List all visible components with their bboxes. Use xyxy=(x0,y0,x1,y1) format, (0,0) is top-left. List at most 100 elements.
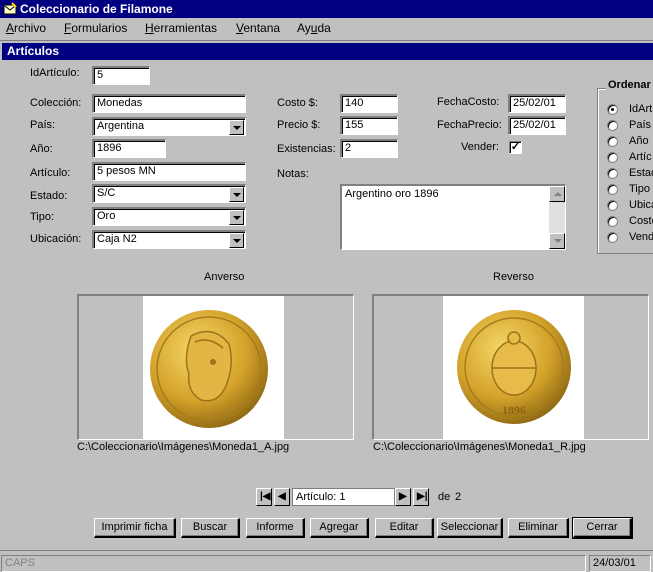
coin-reverse-image: 1896 xyxy=(457,310,571,424)
ordenar-radio-idart[interactable] xyxy=(607,104,618,115)
coin-obverse-image xyxy=(150,310,268,428)
scroll-up-icon[interactable] xyxy=(549,186,565,202)
ordenar-radio-ubicacion[interactable] xyxy=(607,200,618,211)
of-label: de xyxy=(438,491,451,503)
precio-label: Precio $: xyxy=(277,119,321,131)
ordenar-label-costo: Costo xyxy=(629,215,653,227)
articulo-field[interactable]: 5 pesos MN xyxy=(92,162,246,181)
caps-indicator: CAPS xyxy=(1,555,586,572)
ubicacion-dropdown[interactable]: Caja N2 xyxy=(92,230,246,249)
reverso-path: C:\Coleccionario\Imágenes\Moneda1_R.jpg xyxy=(373,441,586,453)
notas-label: Notas: xyxy=(277,168,309,180)
scroll-down-icon[interactable] xyxy=(549,233,565,249)
ordenar-radio-vender[interactable] xyxy=(607,232,618,243)
ordenar-label-articulo: Artíc xyxy=(629,151,652,163)
prev-record-button[interactable]: ◀ xyxy=(274,488,290,506)
total-records: 2 xyxy=(455,491,462,503)
notas-scrollbar[interactable] xyxy=(549,186,565,249)
editar-button[interactable]: Editar xyxy=(375,518,434,538)
buscar-button[interactable]: Buscar xyxy=(181,518,240,538)
ordenar-label-vender: Vend xyxy=(629,231,653,243)
existencias-label: Existencias: xyxy=(277,143,336,155)
first-record-button[interactable]: |◀ xyxy=(256,488,272,506)
coleccion-label: Colección: xyxy=(30,97,82,109)
precio-field[interactable]: 155 xyxy=(340,116,398,135)
imprimir-ficha-button[interactable]: Imprimir ficha xyxy=(94,518,176,538)
agregar-button[interactable]: Agregar xyxy=(310,518,369,538)
vender-label: Vender: xyxy=(461,141,499,153)
id-field[interactable]: 5 xyxy=(92,66,150,85)
seleccionar-button[interactable]: Seleccionar xyxy=(437,518,503,538)
anio-label: Año: xyxy=(30,143,53,155)
ordenar-label-pais: País xyxy=(629,119,652,131)
child-title-bar[interactable]: Artículos xyxy=(2,43,653,60)
ubicacion-label: Ubicación: xyxy=(30,233,82,245)
menu-ayuda[interactable]: Ayuda xyxy=(297,21,331,35)
anverso-label: Anverso xyxy=(204,271,245,283)
reverso-image-frame[interactable]: 1896 xyxy=(372,294,649,440)
prev-icon: ◀ xyxy=(278,491,286,502)
record-field[interactable]: Artículo: 1 xyxy=(292,488,395,506)
ordenar-radio-articulo[interactable] xyxy=(607,152,618,163)
chevron-down-icon[interactable] xyxy=(229,120,244,135)
ordenar-label-tipo: Tipo xyxy=(629,183,650,195)
ordenar-label-estado: Estad xyxy=(629,167,653,179)
fechaprecio-field[interactable]: 25/02/01 xyxy=(508,116,566,135)
estado-dropdown[interactable]: S/C xyxy=(92,184,246,203)
ordenar-title: Ordenar xyxy=(606,79,653,91)
coleccion-field[interactable]: Monedas xyxy=(92,94,246,113)
status-bar: CAPS 24/03/01 xyxy=(0,550,653,572)
anverso-path: C:\Coleccionario\Imágenes\Moneda1_A.jpg xyxy=(77,441,290,453)
tipo-label: Tipo: xyxy=(30,211,55,223)
ordenar-radio-anio[interactable] xyxy=(607,136,618,147)
menu-archivo[interactable]: Archivo xyxy=(6,21,46,35)
costo-label: Costo $: xyxy=(277,97,318,109)
coin-year-text: 1896 xyxy=(502,403,526,417)
vender-checkbox[interactable]: ✓ xyxy=(509,141,522,154)
menu-formularios[interactable]: Formularios xyxy=(64,21,127,35)
fechaprecio-label: FechaPrecio: xyxy=(437,119,502,131)
pais-dropdown[interactable]: Argentina xyxy=(92,117,246,136)
estado-label: Estado: xyxy=(30,190,68,202)
chevron-down-icon[interactable] xyxy=(229,187,244,202)
reverso-image: 1896 xyxy=(443,296,584,439)
ordenar-radio-tipo[interactable] xyxy=(607,184,618,195)
next-record-button[interactable]: ▶ xyxy=(395,488,411,506)
pais-value: Argentina xyxy=(97,120,145,132)
cerrar-button[interactable]: Cerrar xyxy=(572,517,633,539)
costo-field[interactable]: 140 xyxy=(340,94,398,113)
child-window-title: Artículos xyxy=(7,44,60,58)
ubicacion-value: Caja N2 xyxy=(97,233,137,245)
last-icon: ▶| xyxy=(417,491,428,502)
ordenar-label-idart: IdArt xyxy=(629,103,653,115)
fechacosto-field[interactable]: 25/02/01 xyxy=(508,94,566,113)
menu-herramientas[interactable]: Herramientas xyxy=(145,21,217,35)
existencias-field[interactable]: 2 xyxy=(340,139,398,158)
reverso-label: Reverso xyxy=(493,271,534,283)
ordenar-label-anio: Año xyxy=(629,135,649,147)
id-label: IdArtículo: xyxy=(30,67,80,79)
menu-bar: Archivo Formularios Herramientas Ventana… xyxy=(0,18,653,38)
chevron-down-icon[interactable] xyxy=(229,210,244,225)
chevron-down-icon[interactable] xyxy=(229,233,244,248)
title-bar[interactable]: Coleccionario de Filamone xyxy=(0,0,653,18)
menu-ventana[interactable]: Ventana xyxy=(236,21,280,35)
pais-label: País: xyxy=(30,119,56,131)
notas-textarea[interactable]: Argentino oro 1896 xyxy=(340,184,566,250)
window-title: Coleccionario de Filamone xyxy=(20,2,173,16)
anverso-image xyxy=(143,296,284,439)
next-icon: ▶ xyxy=(399,491,407,502)
informe-button[interactable]: Informe xyxy=(246,518,305,538)
ordenar-radio-estado[interactable] xyxy=(607,168,618,179)
tipo-dropdown[interactable]: Oro xyxy=(92,207,246,226)
first-icon: |◀ xyxy=(260,491,271,502)
last-record-button[interactable]: ▶| xyxy=(413,488,429,506)
notas-text: Argentino oro 1896 xyxy=(345,188,439,200)
eliminar-button[interactable]: Eliminar xyxy=(508,518,569,538)
status-date: 24/03/01 xyxy=(589,555,651,572)
anio-field[interactable]: 1896 xyxy=(92,139,166,158)
fechacosto-label: FechaCosto: xyxy=(437,96,500,108)
anverso-image-frame[interactable] xyxy=(77,294,354,440)
ordenar-radio-pais[interactable] xyxy=(607,120,618,131)
ordenar-radio-costo[interactable] xyxy=(607,216,618,227)
